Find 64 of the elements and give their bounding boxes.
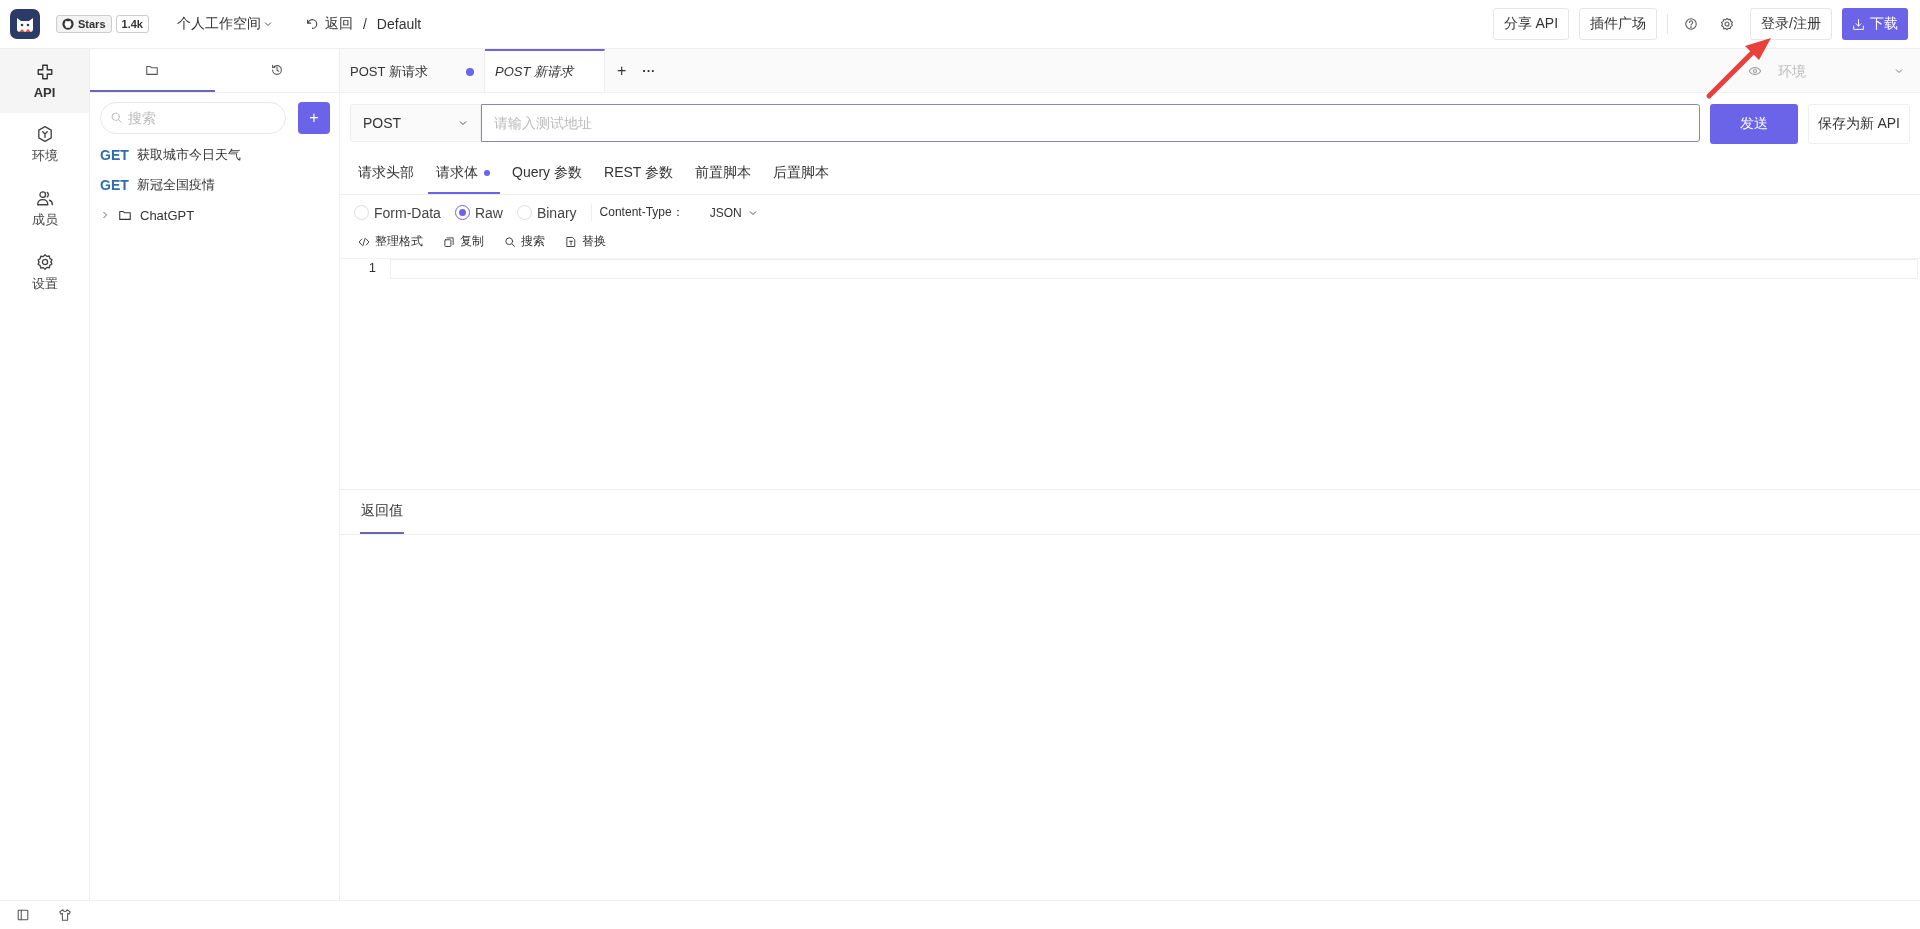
content-type-label: Content-Type： — [590, 204, 684, 221]
nav-item[interactable]: 设置 — [0, 241, 89, 305]
caret-icon — [262, 19, 273, 29]
environment-select[interactable]: 环境 — [1776, 61, 1880, 80]
shirt-icon — [58, 908, 72, 922]
header-button[interactable]: 分享 API — [1492, 8, 1570, 40]
settings-icon — [1720, 17, 1735, 31]
download-button[interactable]: 下载 — [1842, 8, 1908, 40]
request-tab[interactable]: POST 新请求 — [485, 49, 605, 92]
url-field[interactable]: 请输入测试地址 — [481, 104, 1700, 142]
add-button[interactable]: + — [298, 102, 330, 134]
body-type-radio[interactable]: Form-Data — [354, 204, 441, 221]
more-button[interactable]: ··· — [638, 49, 660, 92]
header-button[interactable]: 插件广场 — [1579, 8, 1658, 40]
login-button[interactable]: 登录/注册 — [1750, 8, 1832, 40]
body-type-radio[interactable]: Raw — [454, 204, 503, 221]
send-button[interactable]: 发送 — [1709, 104, 1798, 144]
caret-icon — [458, 118, 468, 128]
api-item[interactable]: GET 获取城市今日天气 — [90, 140, 339, 170]
api-item[interactable]: GET 新冠全国疫情 — [90, 170, 339, 200]
stars-count: 1.4k — [115, 15, 149, 33]
github-stars-button[interactable]: Stars — [56, 15, 112, 33]
param-tab[interactable]: 后置脚本 — [765, 154, 839, 194]
response-tab[interactable]: 返回值 — [360, 490, 404, 534]
nav-item[interactable]: API — [0, 49, 89, 113]
search-icon — [504, 235, 516, 248]
folder-name[interactable]: ChatGPT — [140, 207, 195, 223]
new-tab-button[interactable]: + — [605, 49, 639, 92]
nav-item[interactable]: 成员 — [0, 177, 89, 241]
save-button[interactable]: 保存为新 API — [1807, 104, 1910, 144]
editor-tool-button[interactable]: 复制 — [443, 233, 484, 250]
history-icon — [269, 62, 284, 77]
content-type-select[interactable]: JSON — [703, 204, 764, 221]
folder-icon — [118, 208, 132, 222]
document-icon — [565, 235, 577, 248]
param-tab[interactable]: 前置脚本 — [687, 154, 761, 194]
panel-icon — [16, 908, 30, 922]
breadcrumb-separator: / — [362, 16, 367, 32]
param-tab[interactable]: Query 参数 — [504, 154, 592, 194]
method-select[interactable]: POST — [350, 104, 481, 142]
editor-tool-button[interactable]: 替换 — [565, 233, 606, 250]
help-icon — [1684, 17, 1699, 31]
logo-icon[interactable] — [10, 9, 40, 39]
line-number: 1 — [367, 259, 377, 277]
undo-icon — [304, 17, 319, 31]
settings-icon — [35, 253, 54, 271]
copy-icon — [443, 235, 455, 248]
editor-tool-button[interactable]: 整理格式 — [358, 233, 423, 250]
search-field[interactable]: 搜索 — [100, 102, 286, 134]
users-icon — [35, 189, 54, 207]
annotation-arrow — [1706, 38, 1771, 99]
api-icon — [35, 62, 54, 81]
param-tab[interactable]: REST 参数 — [596, 154, 683, 194]
editor-tool-button[interactable]: 搜索 — [504, 233, 545, 250]
param-tab[interactable]: 请求头部 — [350, 154, 424, 194]
nav-item[interactable]: 环境 — [0, 113, 89, 177]
github-icon — [62, 18, 74, 30]
download-icon — [1852, 17, 1865, 31]
search-icon — [110, 111, 123, 124]
project-name: Default — [376, 16, 422, 32]
body-type-radio[interactable]: Binary — [516, 204, 577, 221]
param-tab[interactable]: 请求体 — [428, 154, 500, 194]
hexagon-icon — [35, 125, 54, 143]
code-icon — [358, 235, 370, 248]
